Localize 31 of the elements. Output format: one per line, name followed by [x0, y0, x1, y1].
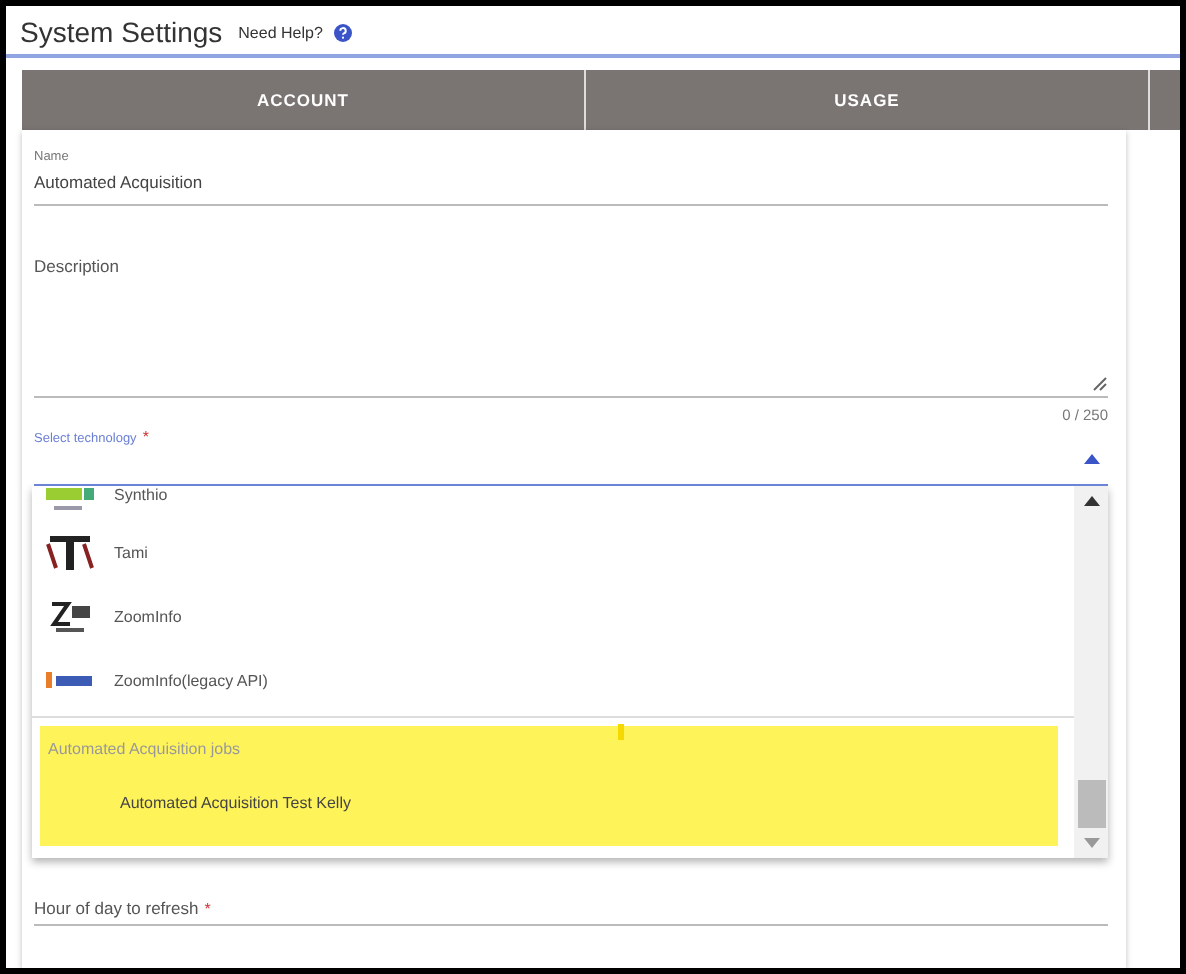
logo-icon — [46, 532, 94, 572]
required-asterisk: * — [142, 428, 149, 446]
help-link[interactable]: Need Help? — [238, 23, 323, 41]
dropdown-option[interactable]: Tami — [32, 520, 1074, 584]
scrollbar-thumb[interactable] — [1077, 780, 1105, 828]
group-header: Automated Acquisition jobs — [48, 740, 243, 758]
scroll-up-icon — [1083, 496, 1099, 506]
field-label: Hour of day to refresh — [34, 898, 199, 918]
option-label: Tami — [114, 543, 148, 561]
logo-icon — [46, 668, 94, 692]
dropdown-option[interactable]: Synthio — [32, 486, 1074, 520]
field-label: Description — [34, 256, 122, 276]
option-label: ZoomInfo — [114, 607, 182, 625]
dropdown-option[interactable]: ZoomInfo — [32, 584, 1074, 648]
scroll-down-icon — [1083, 838, 1099, 848]
option-label: Synthio — [114, 486, 168, 504]
dropdown-option[interactable]: Automated Acquisition Test Kelly — [120, 794, 1050, 812]
scrollbar[interactable] — [1074, 486, 1108, 858]
option-label: ZoomInfo(legacy API) — [114, 671, 268, 689]
hour-field[interactable]: Hour of day to refresh * — [34, 898, 1108, 926]
required-asterisk: * — [204, 900, 211, 918]
page-title: System Settings — [20, 16, 223, 48]
resize-handle-icon — [1092, 376, 1108, 392]
description-field[interactable]: Description — [34, 256, 1108, 398]
caret-icon — [1084, 454, 1100, 464]
help-icon — [334, 23, 353, 41]
dropdown-option[interactable]: ZoomInfo(legacy API) — [32, 648, 1074, 712]
highlight-marker — [618, 724, 624, 740]
field-value: Automated Acquisition — [34, 170, 205, 196]
logo-icon — [46, 486, 94, 514]
logo-icon — [46, 596, 94, 636]
